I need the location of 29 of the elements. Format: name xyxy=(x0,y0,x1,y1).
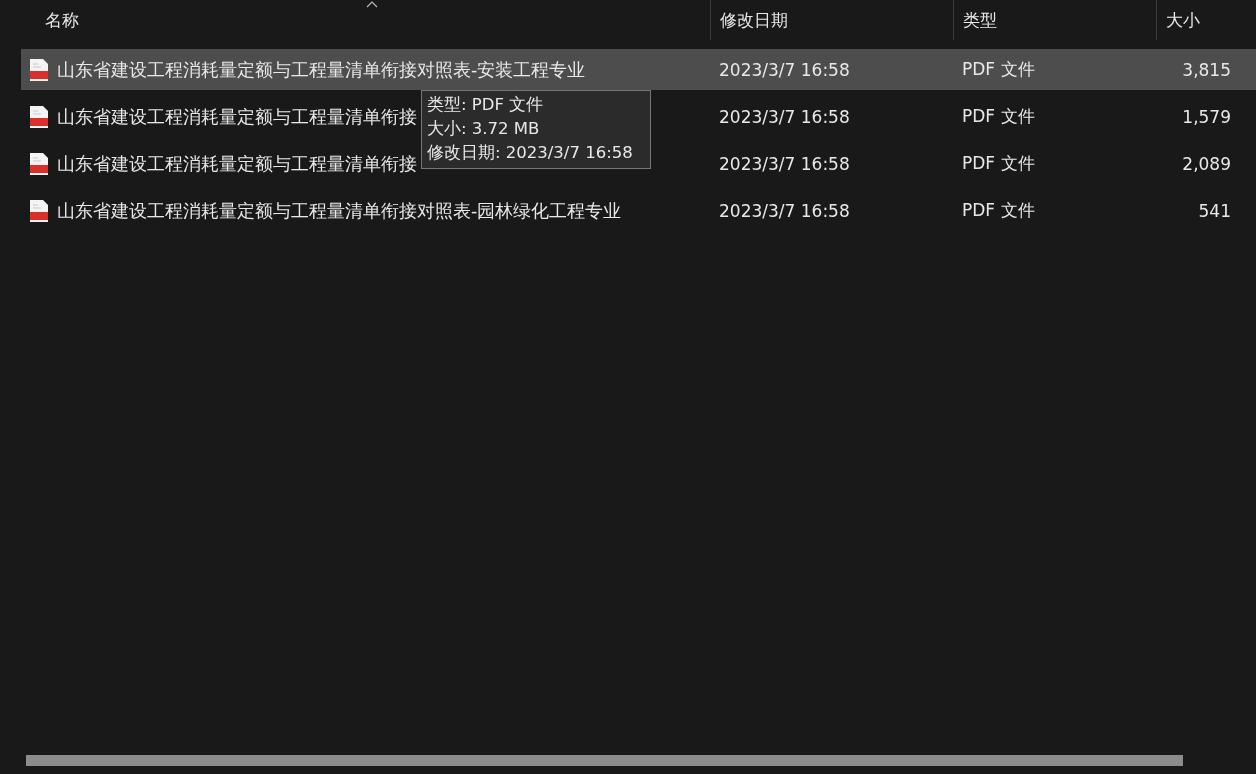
date-cell-text: 2023/3/7 16:58 xyxy=(718,200,851,221)
size-cell-text: 2,089 xyxy=(1181,153,1232,174)
file-name: 山东省建设工程消耗量定额与工程量清单衔接对照表-安装工程专业 xyxy=(57,58,586,82)
date-cell-text: 2023/3/7 16:58 xyxy=(718,106,851,127)
type-cell-text: PDF 文件 xyxy=(961,199,1036,222)
column-header[interactable]: 名称 xyxy=(45,8,79,32)
tooltip-line: 修改日期: 2023/3/7 16:58 xyxy=(427,142,634,164)
selected-file-row[interactable]: 山东省建设工程消耗量定额与工程量清单衔接对照表-安装工程专业 2023/3/7 16:58 PDF 文件 3,815 xyxy=(21,49,1256,90)
size-cell-text: 541 xyxy=(1197,200,1232,221)
column-header[interactable]: 修改日期 xyxy=(720,8,788,32)
pdf-file-icon xyxy=(29,198,49,223)
type-cell-text: PDF 文件 xyxy=(961,105,1036,128)
column-header[interactable]: 类型 xyxy=(963,8,997,32)
date-cell-text: 2023/3/7 16:58 xyxy=(718,153,851,174)
file-name: 山东省建设工程消耗量定额与工程量清单衔接对照表-园林绿化工程专业 xyxy=(57,199,622,223)
file-name: 山东省建设工程消耗量定额与工程量清单衔接 xyxy=(57,152,417,176)
pdf-file-icon xyxy=(29,57,49,82)
pdf-file-icon xyxy=(29,104,49,129)
tooltip-line: 大小: 3.72 MB xyxy=(427,118,541,140)
column-header[interactable]: 大小 xyxy=(1166,8,1200,32)
file-name: 山东省建设工程消耗量定额与工程量清单衔接 xyxy=(57,105,417,129)
size-cell-text: 1,579 xyxy=(1181,106,1232,127)
horizontal-scrollbar[interactable] xyxy=(26,755,1183,766)
type-cell-text: PDF 文件 xyxy=(961,58,1036,81)
pdf-file-icon xyxy=(29,151,49,176)
type-cell-text: PDF 文件 xyxy=(961,152,1036,175)
size-cell-text: 3,815 xyxy=(1181,59,1232,80)
date-cell-text: 2023/3/7 16:58 xyxy=(718,59,851,80)
tooltip-line: 类型: PDF 文件 xyxy=(427,94,545,116)
